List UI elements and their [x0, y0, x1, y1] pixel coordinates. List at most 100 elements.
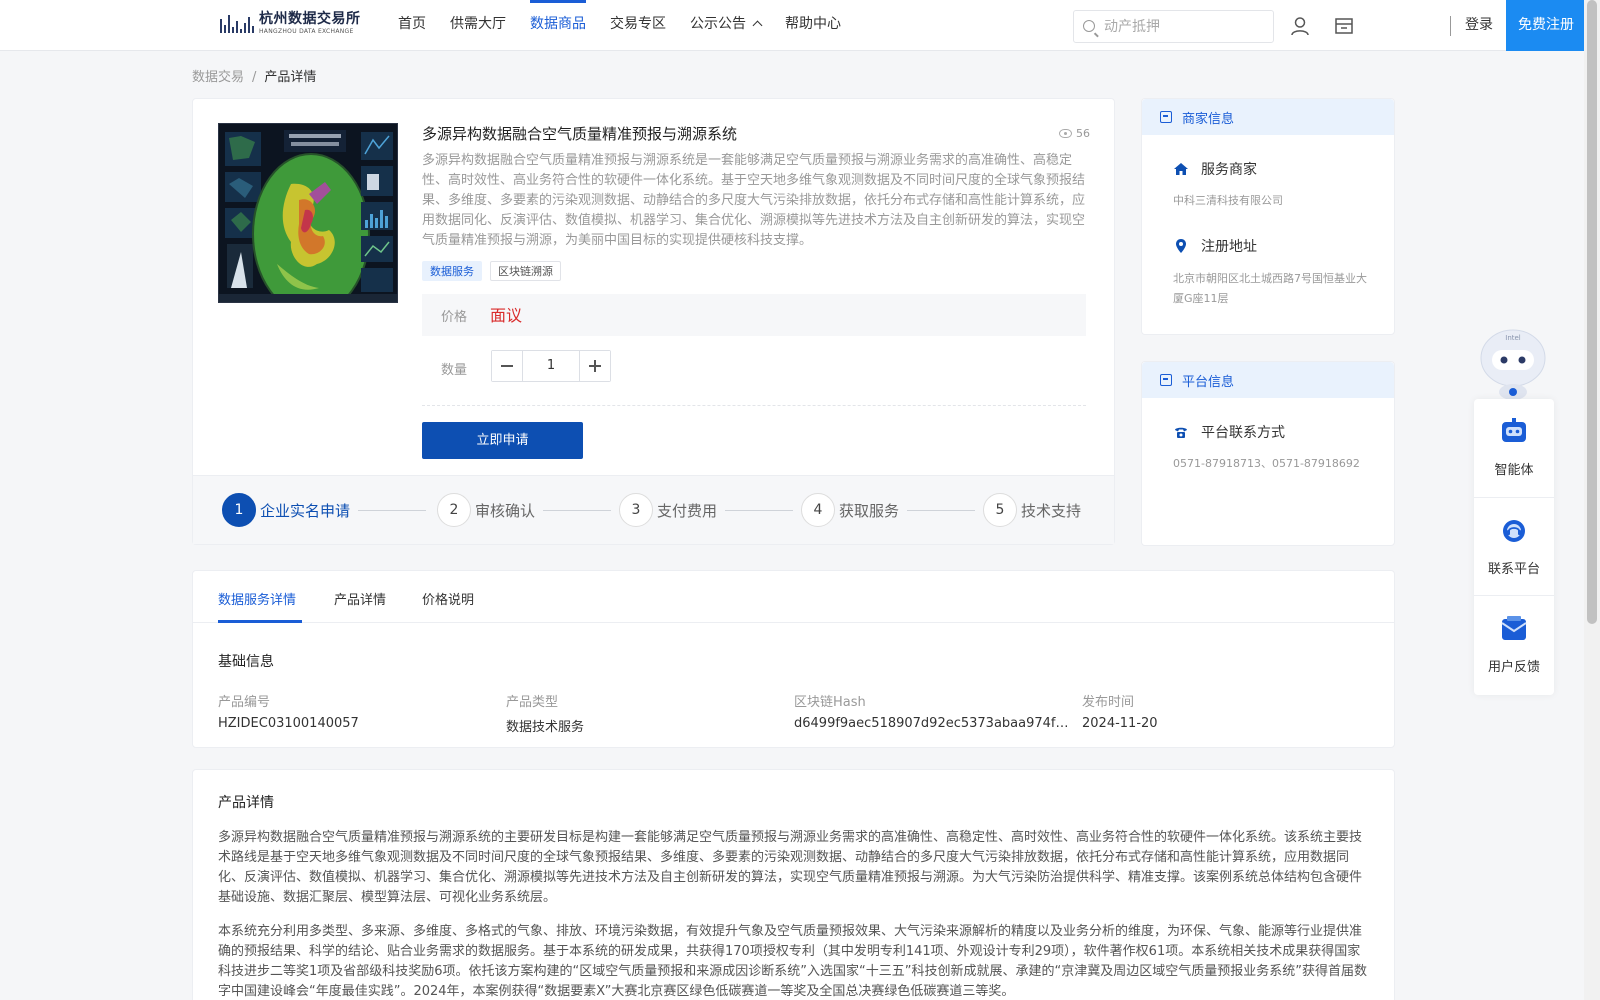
- nav-announcements[interactable]: 公示公告: [678, 0, 773, 51]
- price-label: 价格: [441, 310, 468, 325]
- step-connector: [543, 510, 611, 511]
- tab-price-description[interactable]: 价格说明: [422, 589, 474, 608]
- top-navigation-bar: 杭州数据交易所 HANGZHOU DATA EXCHANGE 首页 供需大厅 数…: [0, 0, 1586, 51]
- widget-ai-agent[interactable]: 智能体: [1474, 399, 1554, 497]
- nav-home[interactable]: 首页: [386, 0, 438, 51]
- site-logo[interactable]: 杭州数据交易所 HANGZHOU DATA EXCHANGE: [220, 11, 361, 36]
- field-product-number: 产品编号 HZIDEC03100140057: [218, 691, 493, 731]
- step-connector: [725, 510, 793, 511]
- nav-announcements-label: 公示公告: [690, 16, 746, 32]
- tab-product-details[interactable]: 产品详情: [334, 589, 386, 608]
- step-connector: [358, 510, 426, 511]
- step-4: 4 获取服务: [801, 493, 899, 527]
- dashed-divider: [422, 405, 1086, 406]
- nav-trading-zone[interactable]: 交易专区: [598, 0, 678, 51]
- home-icon: [1174, 163, 1188, 175]
- register-button[interactable]: 免费注册: [1506, 0, 1586, 51]
- logo-mark-icon: [220, 12, 254, 36]
- widget-contact-platform[interactable]: 联系平台: [1474, 497, 1554, 595]
- field-label: 发布时间: [1082, 695, 1135, 710]
- phone-icon: [1175, 427, 1187, 438]
- platform-info-card: 平台信息 平台联系方式 0571-87918713、0571-87918692: [1141, 361, 1395, 546]
- platform-info-header: 平台信息: [1142, 362, 1394, 398]
- breadcrumb: 数据交易 / 产品详情: [192, 66, 316, 85]
- search-box: [1073, 10, 1274, 43]
- quantity-stepper: 1: [491, 350, 611, 382]
- product-detail-title: 产品详情: [218, 795, 274, 811]
- platform-contact-row: 平台联系方式: [1173, 422, 1285, 442]
- widget-ai-agent-label: 智能体: [1494, 463, 1534, 478]
- step-number: 5: [983, 493, 1017, 527]
- search-input[interactable]: [1104, 16, 1264, 38]
- registered-address-value: 北京市朝阳区北土城西路7号国恒基业大厦G座11层: [1173, 272, 1367, 305]
- widget-contact-platform-label: 联系平台: [1487, 562, 1540, 577]
- main-nav: 首页 供需大厅 数据商品 交易专区 公示公告 帮助中心: [386, 0, 853, 51]
- step-label: 支付费用: [657, 501, 718, 520]
- field-value: HZIDEC03100140057: [218, 716, 359, 731]
- active-tab-indicator: [218, 620, 302, 623]
- logo-name-cn: 杭州数据交易所: [259, 11, 361, 27]
- widget-user-feedback[interactable]: 用户反馈: [1474, 595, 1554, 693]
- step-label: 企业实名申请: [260, 501, 351, 520]
- logo-name-en: HANGZHOU DATA EXCHANGE: [259, 28, 354, 35]
- service-detail-card: 数据服务详情 产品详情 价格说明 基础信息 产品编号 HZIDEC0310014…: [192, 570, 1395, 748]
- step-number: 1: [222, 493, 256, 527]
- user-icon[interactable]: [1289, 15, 1311, 37]
- field-blockchain-hash: 区块链Hash d6499f9aec518907d92ec5373abaa974…: [794, 691, 1069, 731]
- step-label: 获取服务: [839, 501, 900, 520]
- view-count: 56: [1059, 127, 1090, 140]
- page-scrollbar[interactable]: [1584, 0, 1600, 1000]
- basic-info-title: 基础信息: [218, 654, 274, 670]
- quantity-value[interactable]: 1: [523, 351, 579, 381]
- field-label: 区块链Hash: [794, 695, 866, 710]
- scrollbar-thumb[interactable]: [1587, 0, 1597, 624]
- service-merchant-row: 服务商家: [1173, 159, 1257, 179]
- info-card-icon: [1160, 374, 1172, 386]
- platform-contact-label: 平台联系方式: [1201, 425, 1285, 441]
- merchant-info-header: 商家信息: [1142, 99, 1394, 135]
- product-description: 多源异构数据融合空气质量精准预报与溯源系统是一套能够满足空气质量预报与溯源业务需…: [422, 153, 1086, 248]
- product-image[interactable]: [218, 123, 398, 303]
- apply-now-button[interactable]: 立即申请: [422, 422, 583, 459]
- merchant-info-card: 商家信息 服务商家 中科三清科技有限公司 注册地址 北京市朝阳区北土城西路7号国…: [1141, 98, 1395, 335]
- breadcrumb-parent[interactable]: 数据交易: [192, 70, 244, 85]
- step-1: 1 企业实名申请: [222, 493, 350, 527]
- header-divider: [1450, 16, 1451, 36]
- step-label: 技术支持: [1021, 501, 1082, 520]
- decrease-quantity-button[interactable]: [492, 351, 523, 381]
- tag-data-service: 数据服务: [422, 261, 482, 281]
- floating-service-widget: 智能体 联系平台 用户反馈: [1474, 399, 1554, 695]
- registered-address-label: 注册地址: [1201, 239, 1257, 255]
- step-number: 3: [619, 493, 653, 527]
- step-number: 2: [437, 493, 471, 527]
- breadcrumb-current: 产品详情: [264, 70, 317, 85]
- service-merchant-value: 中科三清科技有限公司: [1173, 194, 1283, 207]
- platform-info-title: 平台信息: [1182, 374, 1235, 390]
- platform-contact-value: 0571-87918713、0571-87918692: [1173, 457, 1360, 470]
- robot-label: Intel: [1505, 334, 1521, 342]
- info-card-icon: [1160, 111, 1172, 123]
- nav-help-center[interactable]: 帮助中心: [773, 0, 853, 51]
- view-count-value: 56: [1076, 127, 1090, 140]
- step-5: 5 技术支持: [983, 493, 1081, 527]
- quantity-label: 数量: [441, 363, 468, 378]
- nav-data-products[interactable]: 数据商品: [518, 0, 598, 51]
- chevron-up-icon: [752, 20, 763, 31]
- product-thumbnail-graphic: [219, 124, 397, 302]
- feedback-mail-icon: [1501, 616, 1527, 640]
- location-pin-icon: [1176, 239, 1186, 253]
- store-icon[interactable]: [1333, 15, 1355, 37]
- product-title: 多源异构数据融合空气质量精准预报与溯源系统: [422, 125, 738, 143]
- breadcrumb-separator: /: [252, 70, 257, 85]
- login-link[interactable]: 登录: [1465, 0, 1493, 51]
- increase-quantity-button[interactable]: [579, 351, 610, 381]
- nav-supply-demand[interactable]: 供需大厅: [438, 0, 518, 51]
- detail-tabs: 数据服务详情 产品详情 价格说明: [193, 571, 1394, 623]
- eye-icon: [1059, 129, 1072, 138]
- headset-icon: [1503, 520, 1525, 542]
- assistant-robot[interactable]: Intel: [1474, 326, 1552, 400]
- search-icon[interactable]: [1083, 20, 1095, 32]
- step-2: 2 审核确认: [437, 493, 535, 527]
- process-steps: 1 企业实名申请 2 审核确认 3 支付费用 4 获取服务 5 技术支持: [193, 475, 1114, 544]
- tab-service-details[interactable]: 数据服务详情: [218, 589, 296, 608]
